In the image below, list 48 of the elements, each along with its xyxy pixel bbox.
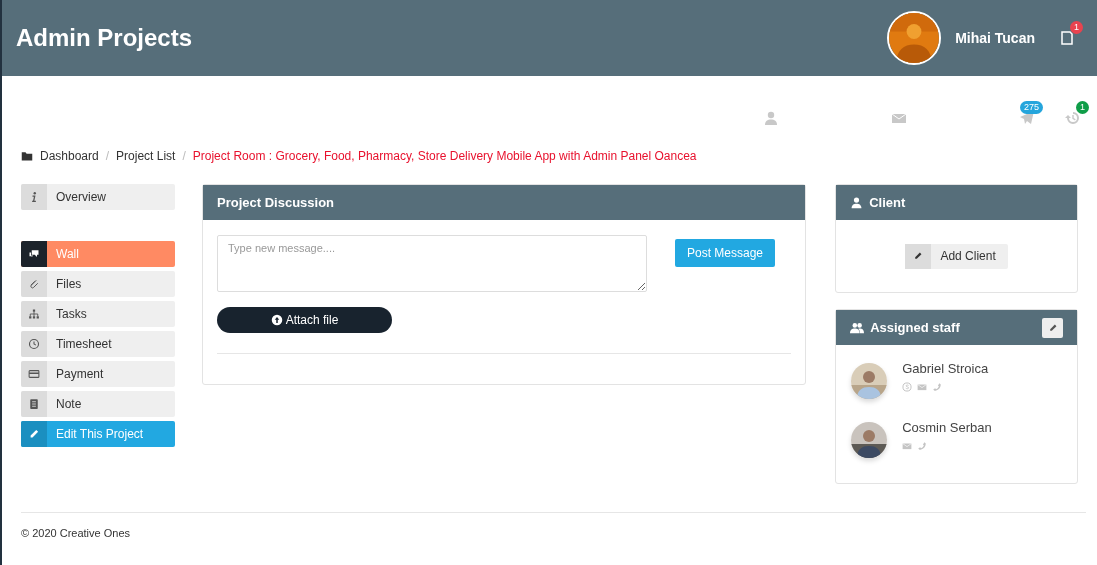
avatar[interactable]: [889, 13, 940, 63]
hierarchy-icon: [28, 308, 40, 320]
avatar: [851, 363, 888, 399]
sidebar-item[interactable]: Tasks: [21, 301, 175, 327]
upload-icon: [270, 314, 283, 326]
separator: /: [182, 149, 186, 163]
sidebar-item[interactable]: Note: [21, 391, 175, 417]
user-name[interactable]: Mihai Tucan: [955, 30, 1035, 46]
notification-icon: [1059, 30, 1075, 46]
panel-title: Project Discussion: [217, 195, 335, 210]
clock-icon: [28, 338, 40, 350]
phone-icon: [932, 382, 943, 392]
panel-title: Client: [869, 195, 906, 210]
attach-button[interactable]: Attach file: [217, 307, 392, 333]
count-badge: 1: [1070, 21, 1083, 34]
sidebar-item[interactable]: Overview: [21, 184, 175, 210]
breadcrumb-link[interactable]: Dashboard: [40, 149, 99, 163]
separator: /: [105, 149, 110, 163]
pencil-icon: [1047, 322, 1058, 333]
panel-title: Assigned staff: [870, 320, 960, 335]
sidebar-item[interactable]: Payment: [21, 361, 175, 387]
count-badge: 275: [1019, 101, 1043, 114]
page-title: Admin Projects: [16, 24, 194, 52]
add-client-button[interactable]: Add Client: [905, 243, 1008, 269]
note-icon: [28, 398, 40, 410]
skype-icon: [902, 382, 913, 392]
mail-icon: [902, 441, 913, 451]
paperclip-icon: [28, 278, 40, 290]
count-badge: 1: [1076, 101, 1089, 114]
pencil-icon: [913, 251, 924, 261]
phone-icon: [917, 441, 928, 451]
copyright: © 2020 Creative Ones: [21, 527, 130, 539]
staff-name: Gabriel Stroica: [902, 361, 989, 376]
card-icon: [28, 368, 40, 380]
sidebar-item[interactable]: Files: [21, 271, 175, 297]
breadcrumb-link[interactable]: Project List: [116, 149, 176, 163]
sidebar-item[interactable]: Timesheet: [21, 331, 175, 357]
folder-icon: [21, 150, 33, 162]
edit-button[interactable]: [1042, 317, 1063, 338]
users-icon: [850, 320, 865, 335]
history-icon: [1065, 110, 1081, 126]
user-icon: [850, 196, 864, 209]
message-field[interactable]: Type new message....: [217, 235, 647, 292]
pencil-icon: [28, 428, 40, 440]
mail-icon: [917, 382, 928, 392]
user-icon: [763, 110, 779, 126]
avatar: [851, 422, 888, 458]
staff-name: Cosmin Serban: [902, 420, 992, 435]
